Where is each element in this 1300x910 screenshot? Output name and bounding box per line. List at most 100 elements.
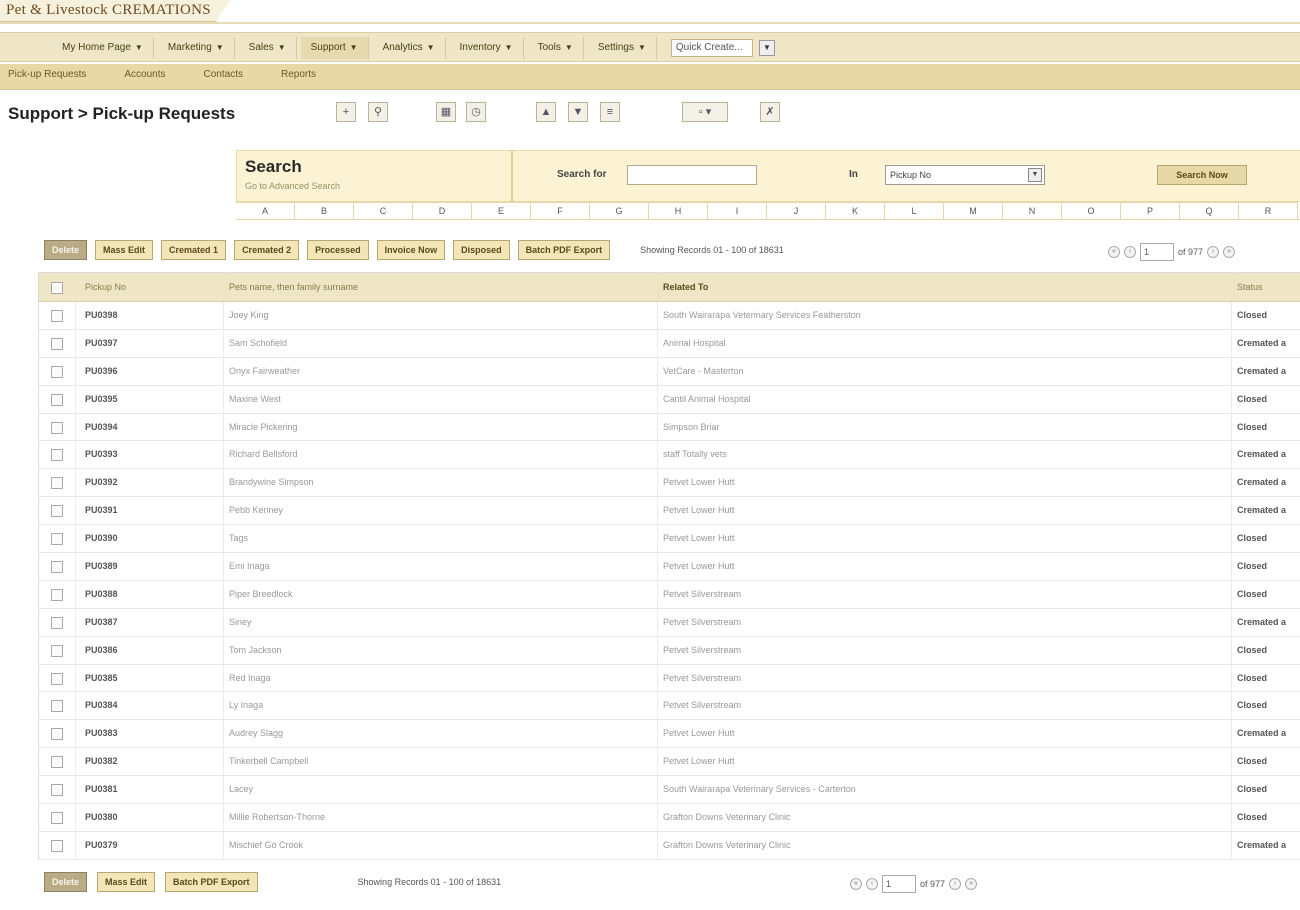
- related-to-link[interactable]: Cantil Animal Hospital: [663, 386, 751, 413]
- pickup-number-link[interactable]: PU0398: [85, 302, 118, 329]
- row-checkbox[interactable]: [51, 812, 63, 825]
- table-row[interactable]: PU0380 Millie Robertson-Thorne Grafton Dow…: [39, 804, 1300, 832]
- column-header-status[interactable]: Status: [1231, 273, 1300, 302]
- processed-button[interactable]: Processed: [307, 240, 369, 260]
- delete-button[interactable]: Delete: [44, 872, 88, 892]
- row-checkbox[interactable]: [51, 505, 63, 518]
- pickup-number-link[interactable]: PU0389: [85, 553, 118, 580]
- mass-edit-button[interactable]: Mass Edit: [97, 872, 156, 892]
- disposed-button[interactable]: Disposed: [453, 240, 510, 260]
- nav-item-settings[interactable]: Settings ▼: [588, 37, 657, 59]
- table-row[interactable]: PU0385 Red Inaga Petvet Silverstream Closed: [39, 665, 1300, 693]
- view-menu-icon[interactable]: ▫ ▾: [682, 102, 728, 122]
- cremated-2-button[interactable]: Cremated 2: [234, 240, 300, 260]
- pet-name-link[interactable]: Maxine West: [229, 386, 281, 413]
- cremated-1-button[interactable]: Cremated 1: [161, 240, 227, 260]
- alpha-filter-m[interactable]: M: [944, 202, 1003, 219]
- table-row[interactable]: PU0390 Tags Petvet Lower Hutt Closed: [39, 525, 1300, 554]
- pet-name-link[interactable]: Miracle Pickering: [229, 414, 298, 441]
- table-row[interactable]: PU0379 Mischief Go Crook Grafton Downs Vet…: [39, 832, 1300, 860]
- last-page-icon[interactable]: »: [1223, 246, 1236, 258]
- sub-nav-contacts[interactable]: Contacts: [204, 69, 243, 80]
- pickup-number-link[interactable]: PU0390: [85, 525, 118, 552]
- alpha-filter-e[interactable]: E: [472, 202, 531, 219]
- alpha-filter-r[interactable]: R: [1239, 202, 1298, 219]
- search-now-button[interactable]: Search Now: [1157, 165, 1247, 185]
- table-row[interactable]: PU0381 Lacey South Wairarapa Veterinary Se…: [39, 776, 1300, 805]
- pet-name-link[interactable]: Tom Jackson: [229, 637, 282, 664]
- sub-nav-accounts[interactable]: Accounts: [124, 69, 165, 80]
- related-to-link[interactable]: Grafton Downs Veterinary Clinic: [663, 804, 791, 831]
- related-to-link[interactable]: South Wairarapa Veterinary Services Feat…: [663, 302, 861, 329]
- create-icon[interactable]: +: [336, 102, 356, 122]
- table-row[interactable]: PU0384 Ly Inaga Petvet Silverstream Closed: [39, 692, 1300, 721]
- row-checkbox[interactable]: [51, 672, 63, 685]
- row-checkbox[interactable]: [51, 449, 63, 462]
- pickup-number-link[interactable]: PU0384: [85, 692, 118, 719]
- alpha-filter-j[interactable]: J: [767, 202, 826, 219]
- duplicates-icon[interactable]: ≡: [600, 102, 620, 122]
- related-to-link[interactable]: Animal Hospital: [663, 330, 726, 357]
- pet-name-link[interactable]: Tags: [229, 525, 248, 552]
- batch-pdf-export-button[interactable]: Batch PDF Export: [165, 872, 258, 892]
- pet-name-link[interactable]: Piper Breedlock: [229, 581, 293, 608]
- related-to-link[interactable]: Petvet Silverstream: [663, 609, 741, 636]
- table-row[interactable]: PU0382 Tinkerbell Campbell Petvet Lower Hu…: [39, 748, 1300, 777]
- table-row[interactable]: PU0395 Maxine West Cantil Animal Hospital C…: [39, 386, 1300, 414]
- invoice-now-button[interactable]: Invoice Now: [376, 240, 446, 260]
- pet-name-link[interactable]: Ly Inaga: [229, 692, 263, 719]
- search-field-select[interactable]: Pickup No ▼: [885, 165, 1045, 185]
- alpha-filter-l[interactable]: L: [885, 202, 944, 219]
- nav-item-inventory[interactable]: Inventory ▼: [450, 37, 524, 59]
- related-to-link[interactable]: VetCare - Masterton: [663, 358, 744, 385]
- alpha-filter-c[interactable]: C: [354, 202, 413, 219]
- sub-nav-pick-up-requests[interactable]: Pick-up Requests: [8, 69, 86, 80]
- table-row[interactable]: PU0389 Emi Inaga Petvet Lower Hutt Closed: [39, 553, 1300, 581]
- pickup-number-link[interactable]: PU0386: [85, 637, 118, 664]
- column-header-related[interactable]: Related To: [657, 273, 1235, 302]
- alpha-filter-k[interactable]: K: [826, 202, 885, 219]
- prev-page-icon[interactable]: ‹: [866, 878, 878, 890]
- alpha-filter-h[interactable]: H: [649, 202, 708, 219]
- pet-name-link[interactable]: Onyx Fairweather: [229, 358, 300, 385]
- pickup-number-link[interactable]: PU0382: [85, 748, 118, 775]
- row-checkbox[interactable]: [51, 533, 63, 546]
- related-to-link[interactable]: Petvet Lower Hutt: [663, 497, 735, 524]
- row-checkbox[interactable]: [51, 477, 63, 490]
- alpha-filter-i[interactable]: I: [708, 202, 767, 219]
- pet-name-link[interactable]: Sam Schofield: [229, 330, 287, 357]
- pickup-number-link[interactable]: PU0391: [85, 497, 118, 524]
- pet-name-link[interactable]: Pebb Kenney: [229, 497, 283, 524]
- related-to-link[interactable]: staff Totally vets: [663, 441, 727, 468]
- page-input[interactable]: 1: [1140, 243, 1174, 261]
- row-checkbox[interactable]: [51, 421, 63, 434]
- pickup-number-link[interactable]: PU0392: [85, 469, 118, 496]
- column-header-pickup[interactable]: Pickup No: [79, 273, 229, 302]
- pickup-number-link[interactable]: PU0395: [85, 386, 118, 413]
- pickup-number-link[interactable]: PU0393: [85, 441, 118, 468]
- brand-logo[interactable]: Pet & Livestock CREMATIONS: [0, 0, 230, 22]
- row-checkbox[interactable]: [51, 616, 63, 629]
- table-row[interactable]: PU0393 Richard Bellsford staff Totally vet…: [39, 441, 1300, 470]
- prev-page-icon[interactable]: ‹: [1124, 246, 1136, 258]
- related-to-link[interactable]: Grafton Downs Veterinary Clinic: [663, 832, 791, 859]
- pet-name-link[interactable]: Emi Inaga: [229, 553, 270, 580]
- related-to-link[interactable]: Petvet Lower Hutt: [663, 720, 735, 747]
- pickup-number-link[interactable]: PU0397: [85, 330, 118, 357]
- pet-name-link[interactable]: Tinkerbell Campbell: [229, 748, 308, 775]
- pet-name-link[interactable]: Red Inaga: [229, 665, 271, 692]
- pet-name-link[interactable]: Audrey Slagg: [229, 720, 283, 747]
- related-to-link[interactable]: Petvet Lower Hutt: [663, 525, 735, 552]
- table-row[interactable]: PU0394 Miracle Pickering Simpson Briar Clos…: [39, 414, 1300, 442]
- related-to-link[interactable]: Petvet Silverstream: [663, 581, 741, 608]
- alpha-filter-n[interactable]: N: [1003, 202, 1062, 219]
- export-icon[interactable]: ▼: [568, 102, 588, 122]
- related-to-link[interactable]: Petvet Silverstream: [663, 637, 741, 664]
- pet-name-link[interactable]: Millie Robertson-Thorne: [229, 804, 325, 831]
- pickup-number-link[interactable]: PU0379: [85, 832, 118, 859]
- related-to-link[interactable]: Petvet Silverstream: [663, 692, 741, 719]
- row-checkbox[interactable]: [51, 756, 63, 769]
- row-checkbox[interactable]: [51, 310, 63, 322]
- nav-item-my-home-page[interactable]: My Home Page ▼: [52, 37, 154, 59]
- pet-name-link[interactable]: Brandywine Simpson: [229, 469, 314, 496]
